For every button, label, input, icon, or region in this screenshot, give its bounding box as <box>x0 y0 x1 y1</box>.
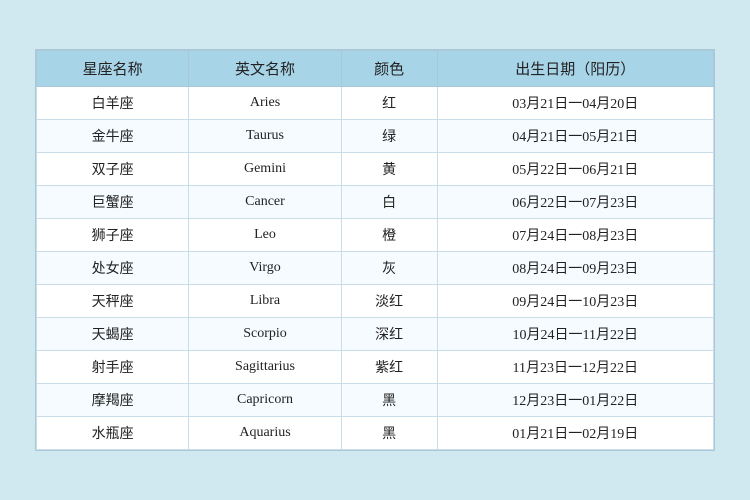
header-english-name: 英文名称 <box>189 51 341 87</box>
cell-dates: 03月21日一04月20日 <box>437 87 713 120</box>
cell-dates: 06月22日一07月23日 <box>437 186 713 219</box>
cell-color: 黄 <box>341 153 437 186</box>
cell-chinese-name: 白羊座 <box>37 87 189 120</box>
header-color: 颜色 <box>341 51 437 87</box>
cell-dates: 08月24日一09月23日 <box>437 252 713 285</box>
cell-dates: 09月24日一10月23日 <box>437 285 713 318</box>
cell-dates: 04月21日一05月21日 <box>437 120 713 153</box>
cell-color: 白 <box>341 186 437 219</box>
cell-color: 深红 <box>341 318 437 351</box>
header-dates: 出生日期（阳历） <box>437 51 713 87</box>
zodiac-table: 星座名称 英文名称 颜色 出生日期（阳历） 白羊座Aries红03月21日一04… <box>36 50 714 450</box>
table-row: 巨蟹座Cancer白06月22日一07月23日 <box>37 186 714 219</box>
cell-color: 黑 <box>341 384 437 417</box>
table-header-row: 星座名称 英文名称 颜色 出生日期（阳历） <box>37 51 714 87</box>
cell-chinese-name: 双子座 <box>37 153 189 186</box>
cell-color: 淡红 <box>341 285 437 318</box>
table-row: 天蝎座Scorpio深红10月24日一11月22日 <box>37 318 714 351</box>
table-row: 摩羯座Capricorn黑12月23日一01月22日 <box>37 384 714 417</box>
cell-english-name: Leo <box>189 219 341 252</box>
cell-color: 橙 <box>341 219 437 252</box>
cell-chinese-name: 射手座 <box>37 351 189 384</box>
cell-chinese-name: 狮子座 <box>37 219 189 252</box>
cell-chinese-name: 处女座 <box>37 252 189 285</box>
cell-english-name: Cancer <box>189 186 341 219</box>
table-row: 狮子座Leo橙07月24日一08月23日 <box>37 219 714 252</box>
cell-chinese-name: 水瓶座 <box>37 417 189 450</box>
table-row: 天秤座Libra淡红09月24日一10月23日 <box>37 285 714 318</box>
cell-english-name: Libra <box>189 285 341 318</box>
zodiac-table-wrapper: 星座名称 英文名称 颜色 出生日期（阳历） 白羊座Aries红03月21日一04… <box>35 49 715 451</box>
header-chinese-name: 星座名称 <box>37 51 189 87</box>
cell-color: 灰 <box>341 252 437 285</box>
table-row: 水瓶座Aquarius黑01月21日一02月19日 <box>37 417 714 450</box>
cell-color: 紫红 <box>341 351 437 384</box>
table-row: 白羊座Aries红03月21日一04月20日 <box>37 87 714 120</box>
cell-english-name: Virgo <box>189 252 341 285</box>
cell-chinese-name: 巨蟹座 <box>37 186 189 219</box>
cell-color: 绿 <box>341 120 437 153</box>
cell-chinese-name: 摩羯座 <box>37 384 189 417</box>
cell-color: 红 <box>341 87 437 120</box>
table-body: 白羊座Aries红03月21日一04月20日金牛座Taurus绿04月21日一0… <box>37 87 714 450</box>
cell-english-name: Gemini <box>189 153 341 186</box>
cell-color: 黑 <box>341 417 437 450</box>
cell-dates: 12月23日一01月22日 <box>437 384 713 417</box>
cell-english-name: Scorpio <box>189 318 341 351</box>
cell-english-name: Sagittarius <box>189 351 341 384</box>
cell-dates: 05月22日一06月21日 <box>437 153 713 186</box>
cell-dates: 07月24日一08月23日 <box>437 219 713 252</box>
cell-dates: 11月23日一12月22日 <box>437 351 713 384</box>
table-row: 双子座Gemini黄05月22日一06月21日 <box>37 153 714 186</box>
cell-english-name: Aries <box>189 87 341 120</box>
table-row: 金牛座Taurus绿04月21日一05月21日 <box>37 120 714 153</box>
cell-english-name: Capricorn <box>189 384 341 417</box>
cell-chinese-name: 金牛座 <box>37 120 189 153</box>
table-row: 处女座Virgo灰08月24日一09月23日 <box>37 252 714 285</box>
cell-english-name: Taurus <box>189 120 341 153</box>
cell-dates: 10月24日一11月22日 <box>437 318 713 351</box>
cell-chinese-name: 天蝎座 <box>37 318 189 351</box>
cell-chinese-name: 天秤座 <box>37 285 189 318</box>
cell-english-name: Aquarius <box>189 417 341 450</box>
cell-dates: 01月21日一02月19日 <box>437 417 713 450</box>
table-row: 射手座Sagittarius紫红11月23日一12月22日 <box>37 351 714 384</box>
